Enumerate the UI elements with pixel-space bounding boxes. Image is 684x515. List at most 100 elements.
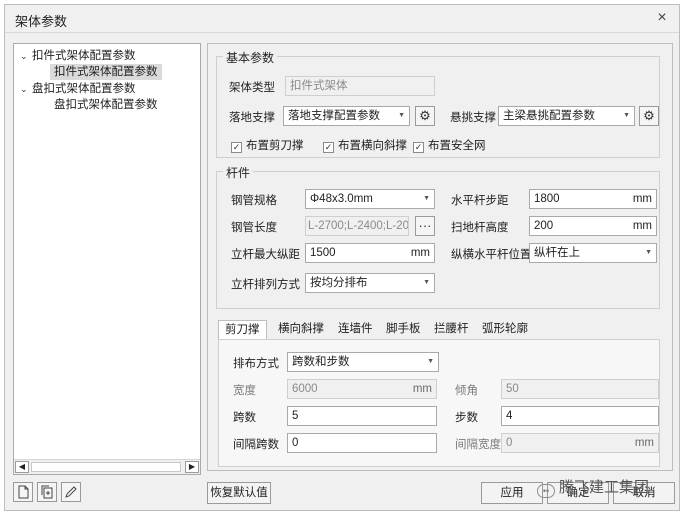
field-value: 1500 bbox=[310, 247, 336, 259]
unit-label: mm bbox=[410, 247, 430, 259]
expand-icon[interactable]: ⌄ bbox=[20, 81, 32, 97]
checkbox-box[interactable]: ✓ bbox=[323, 142, 334, 153]
pencil-icon[interactable] bbox=[61, 482, 81, 502]
gear-icon[interactable]: ⚙ bbox=[415, 106, 435, 126]
spans-label: 跨数 bbox=[233, 412, 256, 424]
chevron-down-icon: ▼ bbox=[623, 112, 630, 119]
checkbox-box[interactable]: ✓ bbox=[231, 142, 242, 153]
horizontal-scrollbar[interactable]: ◀ ▶ bbox=[14, 459, 200, 474]
pipe-length-field: L-2700;L-2400;L-2000 bbox=[305, 216, 409, 236]
wechat-icon: •• bbox=[537, 484, 555, 498]
tab-arc-contour[interactable]: 弧形轮廓 bbox=[476, 320, 534, 340]
safety-net-checkbox[interactable]: ✓ 布置安全网 bbox=[413, 137, 486, 153]
tab-lateral-brace[interactable]: 横向斜撑 bbox=[272, 320, 330, 340]
window-title: 架体参数 bbox=[15, 14, 68, 29]
tab-wall-tie[interactable]: 连墙件 bbox=[332, 320, 379, 340]
scissor-brace-checkbox[interactable]: ✓ 布置剪刀撑 bbox=[231, 137, 304, 153]
selected-value: Φ48x3.0mm bbox=[310, 193, 373, 205]
tree-node-ringlock[interactable]: ⌄ 盘扣式架体配置参数 bbox=[20, 81, 136, 97]
tab-waist-bar[interactable]: 拦腰杆 bbox=[428, 320, 475, 340]
restore-default-button[interactable]: 恢复默认值 bbox=[207, 482, 271, 504]
watermark-text: 腾飞建工集团 bbox=[559, 479, 650, 496]
pipe-length-label: 钢管长度 bbox=[231, 222, 277, 234]
watermark: •• 腾飞建工集团 bbox=[537, 476, 649, 498]
gap-width-field: 0 mm bbox=[501, 433, 659, 453]
sweep-height-label: 扫地杆高度 bbox=[451, 222, 509, 234]
checkbox-box[interactable]: ✓ bbox=[413, 142, 424, 153]
field-value: 6000 bbox=[292, 383, 318, 395]
field-value: 200 bbox=[534, 220, 554, 232]
tree-node-label: 扣件式架体配置参数 bbox=[32, 50, 136, 62]
frame-type-field: 扣件式架体 bbox=[285, 76, 435, 96]
bar-position-label: 纵横水平杆位置 bbox=[451, 249, 532, 261]
tree-node-label: 盘扣式架体配置参数 bbox=[32, 83, 136, 95]
arrangement-select[interactable]: 按均分排布 ▼ bbox=[305, 273, 435, 293]
width-label: 宽度 bbox=[233, 385, 256, 397]
params-panel: 基本参数 架体类型 扣件式架体 落地支撑 落地支撑配置参数 ▼ ⚙ 悬挑支撑 主… bbox=[207, 43, 673, 471]
frame-type-label: 架体类型 bbox=[229, 82, 275, 94]
sweep-height-field[interactable]: 200 mm bbox=[529, 216, 657, 236]
basic-params-group: 基本参数 架体类型 扣件式架体 落地支撑 落地支撑配置参数 ▼ ⚙ 悬挑支撑 主… bbox=[216, 49, 660, 158]
step-field[interactable]: 1800 mm bbox=[529, 189, 657, 209]
bar-position-select[interactable]: 纵杆在上 ▼ bbox=[529, 243, 657, 263]
new-file-icon[interactable] bbox=[13, 482, 33, 502]
tree-node-fastener-config[interactable]: 扣件式架体配置参数 bbox=[50, 64, 162, 80]
expand-icon[interactable]: ⌄ bbox=[20, 48, 32, 64]
frame-params-dialog: 架体参数 × ⌄ 扣件式架体配置参数 扣件式架体配置参数 ⌄ 盘扣式架体配置参数 盘… bbox=[4, 4, 680, 511]
copy-icon[interactable] bbox=[37, 482, 57, 502]
chevron-down-icon: ▼ bbox=[423, 195, 430, 202]
group-legend: 基本参数 bbox=[223, 49, 278, 66]
chevron-down-icon: ▼ bbox=[645, 249, 652, 256]
steps-field[interactable]: 4 bbox=[501, 406, 659, 426]
config-tree[interactable]: ⌄ 扣件式架体配置参数 扣件式架体配置参数 ⌄ 盘扣式架体配置参数 盘扣式架体配置参… bbox=[13, 43, 201, 475]
max-span-label: 立杆最大纵距 bbox=[231, 249, 300, 261]
title-bar: 架体参数 × bbox=[5, 5, 679, 33]
apply-button[interactable]: 应用 bbox=[481, 482, 543, 504]
pipe-spec-select[interactable]: Φ48x3.0mm ▼ bbox=[305, 189, 435, 209]
unit-label: mm bbox=[634, 437, 654, 449]
chevron-down-icon: ▼ bbox=[423, 279, 430, 286]
gap-spans-field[interactable]: 0 bbox=[287, 433, 437, 453]
gap-width-label: 间隔宽度 bbox=[455, 439, 501, 451]
gap-spans-label: 间隔跨数 bbox=[233, 439, 279, 451]
scissor-brace-page: 排布方式 跨数和步数 ▼ 宽度 6000 mm 倾角 50 跨数 5 步数 4 … bbox=[218, 339, 660, 467]
tree-node-ringlock-config[interactable]: 盘扣式架体配置参数 bbox=[54, 97, 158, 113]
angle-field: 50 bbox=[501, 379, 659, 399]
tree-node-fastener[interactable]: ⌄ 扣件式架体配置参数 bbox=[20, 48, 136, 64]
spans-field[interactable]: 5 bbox=[287, 406, 437, 426]
unit-label: mm bbox=[632, 193, 652, 205]
members-group: 杆件 钢管规格 Φ48x3.0mm ▼ 水平杆步距 1800 mm 钢管长度 L… bbox=[216, 164, 660, 309]
scrollbar-thumb[interactable] bbox=[31, 462, 181, 472]
group-legend: 杆件 bbox=[223, 164, 254, 181]
checkbox-label: 布置横向斜撑 bbox=[338, 140, 407, 152]
tab-scaffold-board[interactable]: 脚手板 bbox=[380, 320, 427, 340]
cantilever-select[interactable]: 主梁悬挑配置参数 ▼ bbox=[498, 106, 635, 126]
step-label: 水平杆步距 bbox=[451, 195, 509, 207]
layout-label: 排布方式 bbox=[233, 358, 279, 370]
tree-node-label: 扣件式架体配置参数 bbox=[54, 66, 158, 78]
more-options-button[interactable]: ··· bbox=[415, 216, 435, 236]
scroll-left-icon[interactable]: ◀ bbox=[15, 461, 29, 473]
field-value: 0 bbox=[506, 437, 513, 449]
lateral-brace-checkbox[interactable]: ✓ 布置横向斜撑 bbox=[323, 137, 407, 153]
gear-icon[interactable]: ⚙ bbox=[639, 106, 659, 126]
checkbox-label: 布置剪刀撑 bbox=[246, 140, 304, 152]
pipe-spec-label: 钢管规格 bbox=[231, 195, 277, 207]
ground-support-label: 落地支撑 bbox=[229, 112, 275, 124]
max-span-field[interactable]: 1500 mm bbox=[305, 243, 435, 263]
unit-label: mm bbox=[412, 383, 432, 395]
tab-scissor-brace[interactable]: 剪刀撑 bbox=[218, 320, 267, 341]
selected-value: 纵杆在上 bbox=[534, 247, 580, 259]
selected-value: 按均分排布 bbox=[310, 277, 368, 289]
ground-support-select[interactable]: 落地支撑配置参数 ▼ bbox=[283, 106, 410, 126]
chevron-down-icon: ▼ bbox=[398, 112, 405, 119]
unit-label: mm bbox=[632, 220, 652, 232]
arrangement-label: 立杆排列方式 bbox=[231, 279, 300, 291]
cantilever-label: 悬挑支撑 bbox=[450, 112, 496, 124]
scroll-right-icon[interactable]: ▶ bbox=[185, 461, 199, 473]
layout-select[interactable]: 跨数和步数 ▼ bbox=[287, 352, 439, 372]
angle-label: 倾角 bbox=[455, 385, 478, 397]
checkbox-label: 布置安全网 bbox=[428, 140, 486, 152]
close-icon[interactable]: × bbox=[653, 9, 671, 27]
selected-value: 跨数和步数 bbox=[292, 356, 350, 368]
